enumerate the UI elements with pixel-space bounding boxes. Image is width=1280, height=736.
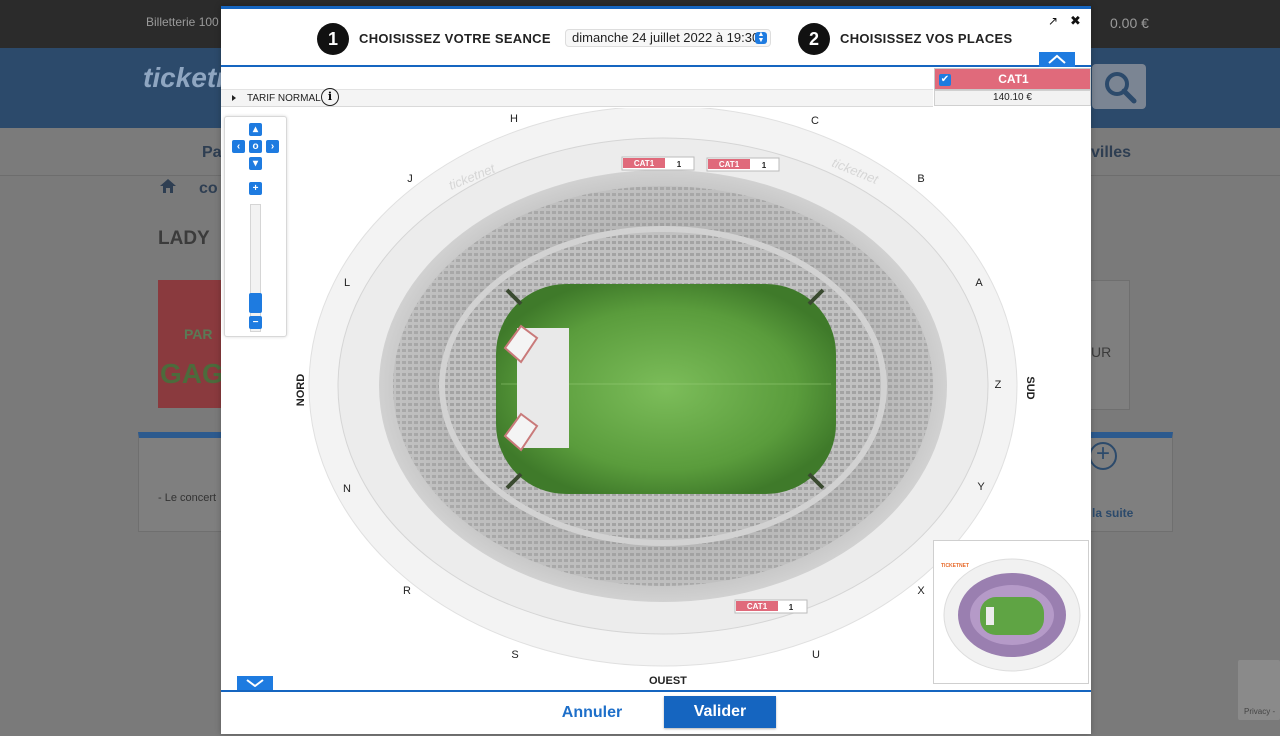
gate-label: A: [975, 277, 983, 289]
add-circle-icon[interactable]: +: [1089, 440, 1117, 470]
zoom-out-button[interactable]: −: [249, 316, 262, 329]
category-price: 140.10 €: [934, 90, 1091, 106]
chevron-up-icon: [1048, 54, 1066, 64]
category-checkbox[interactable]: ✔: [939, 74, 951, 86]
sud-label: SUD: [1024, 376, 1036, 399]
expand-triangle-icon[interactable]: [232, 95, 236, 101]
cancel-button[interactable]: Annuler: [551, 702, 633, 724]
seat-marker[interactable]: CAT1 1: [706, 157, 780, 172]
close-icon[interactable]: ✖: [1070, 13, 1081, 29]
category-column: CAT1 ✔ 140.10 €: [934, 68, 1091, 108]
info-card-right: UR: [1089, 280, 1130, 410]
expand-panel-button[interactable]: [237, 676, 273, 690]
tarif-row[interactable]: TARIF NORMAL i: [221, 88, 933, 107]
gate-label: B: [917, 173, 924, 185]
pan-center-button[interactable]: o: [249, 140, 262, 153]
gate-label: X: [917, 585, 925, 597]
category-header[interactable]: CAT1 ✔: [934, 68, 1091, 90]
seat-marker[interactable]: CAT1 1: [734, 599, 808, 614]
page-title: LADY: [158, 228, 210, 249]
topbar-title: Billetterie 100: [146, 15, 219, 29]
seat-selection-modal: 1 CHOISISSEZ VOTRE SEANCE dimanche 24 ju…: [221, 6, 1091, 734]
marker-cat: CAT1: [634, 159, 655, 168]
header-separator: [221, 65, 1091, 67]
gate-label: C: [811, 115, 819, 127]
cart-total[interactable]: 0.00 €: [1110, 15, 1149, 31]
pan-left-button[interactable]: ‹: [232, 140, 245, 153]
session-value: dimanche 24 juillet 2022 à 19:30: [572, 30, 760, 45]
chevron-down-icon: [246, 679, 264, 687]
seat-marker[interactable]: CAT1 1: [621, 156, 695, 171]
gate-label: J: [407, 173, 413, 185]
step1-label: CHOISISSEZ VOTRE SEANCE: [359, 31, 551, 46]
popout-icon[interactable]: ↗: [1048, 14, 1058, 28]
info-icon[interactable]: i: [321, 88, 339, 106]
marker-cat: CAT1: [719, 160, 740, 169]
home-icon[interactable]: [159, 178, 177, 199]
gate-label: U: [812, 649, 820, 661]
zoom-controls: ▴ ‹ o › ▾ + −: [224, 116, 287, 337]
read-more-link[interactable]: la suite: [1092, 506, 1133, 520]
nord-label: NORD: [295, 374, 307, 406]
gate-label: Z: [995, 379, 1002, 391]
concert-note: - Le concert: [158, 492, 217, 504]
session-select[interactable]: dimanche 24 juillet 2022 à 19:30 ▲ ▼: [565, 29, 771, 47]
site-logo[interactable]: ticketn: [143, 62, 233, 94]
nav-item-left[interactable]: Pa: [202, 144, 222, 162]
recaptcha-badge[interactable]: Privacy -: [1238, 660, 1280, 720]
minimap-stadium: [943, 558, 1081, 672]
marker-qty: 1: [762, 161, 767, 170]
site-search-button[interactable]: [1092, 64, 1146, 109]
pan-right-button[interactable]: ›: [266, 140, 279, 153]
gate-label: S: [511, 649, 518, 661]
nav-item-right[interactable]: villes: [1091, 144, 1131, 162]
gate-label: H: [510, 113, 518, 125]
pan-down-button[interactable]: ▾: [249, 157, 262, 170]
minimap[interactable]: TICKETNET: [933, 540, 1089, 684]
step2-label: CHOISISSEZ VOS PLACES: [840, 31, 1013, 46]
gate-label: R: [403, 585, 411, 597]
modal-top-border: [221, 6, 1091, 9]
select-arrows-icon: ▲ ▼: [755, 31, 767, 44]
pan-up-button[interactable]: ▴: [249, 123, 262, 136]
marker-qty: 1: [789, 603, 794, 612]
step1-number: 1: [317, 23, 349, 55]
zoom-in-button[interactable]: +: [249, 182, 262, 195]
marker-qty: 1: [677, 160, 682, 169]
validate-button[interactable]: Valider: [664, 696, 776, 728]
zoom-slider-handle[interactable]: [249, 293, 262, 313]
gate-label: L: [344, 277, 350, 289]
category-name: CAT1: [998, 72, 1029, 86]
event-poster: PAR GAG: [158, 280, 224, 408]
tarif-label: TARIF NORMAL: [247, 93, 321, 104]
step2-number: 2: [798, 23, 830, 55]
gate-label: Y: [977, 481, 985, 493]
footer-separator: [221, 690, 1091, 692]
ouest-label: OUEST: [649, 675, 687, 687]
breadcrumb[interactable]: co: [199, 180, 218, 198]
search-icon: [1105, 72, 1137, 104]
gate-label: N: [343, 483, 351, 495]
collapse-header-button[interactable]: [1039, 52, 1075, 67]
marker-cat: CAT1: [747, 602, 768, 611]
